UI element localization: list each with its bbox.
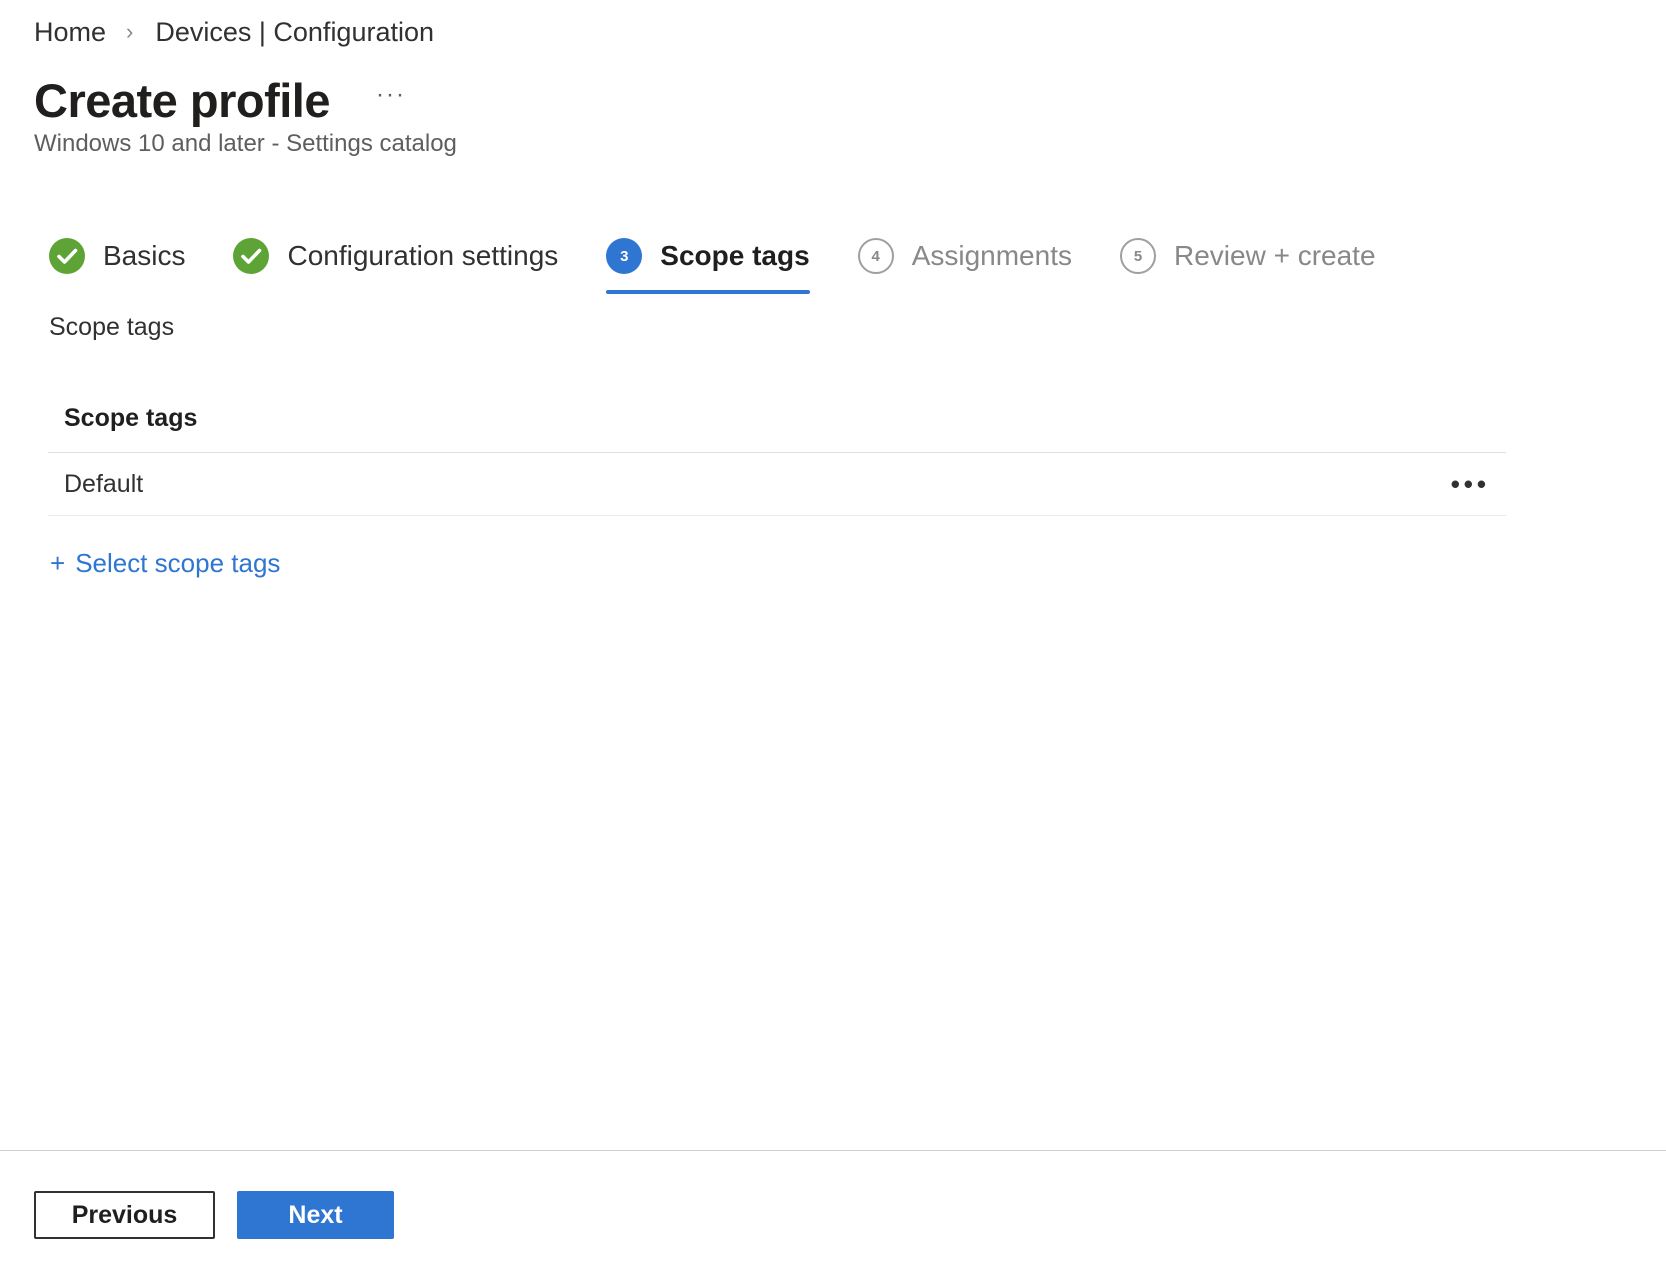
breadcrumb: Home › Devices | Configuration bbox=[34, 14, 434, 50]
footer-divider bbox=[0, 1150, 1666, 1151]
breadcrumb-home[interactable]: Home bbox=[34, 17, 106, 48]
select-scope-tags-label: Select scope tags bbox=[75, 548, 281, 578]
table-header: Scope tags bbox=[48, 386, 1506, 453]
step-label: Assignments bbox=[911, 240, 1072, 271]
step-configuration-settings[interactable]: Configuration settings bbox=[233, 232, 558, 280]
step-scope-tags[interactable]: 3 Scope tags bbox=[606, 232, 810, 294]
next-button[interactable]: Next bbox=[237, 1191, 394, 1239]
step-label: Configuration settings bbox=[287, 240, 559, 271]
step-number-badge: 4 bbox=[857, 238, 894, 274]
checkmark-circle-icon bbox=[49, 238, 85, 274]
step-number-badge: 5 bbox=[1119, 238, 1156, 274]
page-subtitle: Windows 10 and later - Settings catalog bbox=[34, 130, 457, 157]
step-label: Review + create bbox=[1173, 240, 1376, 271]
page-title: Create profile bbox=[34, 73, 330, 127]
table-row: Default ••• bbox=[48, 453, 1506, 516]
row-more-options-button[interactable]: ••• bbox=[1451, 469, 1490, 500]
wizard-steps: Basics Configuration settings 3 Scope ta… bbox=[49, 232, 1424, 294]
scope-tags-table: Scope tags Default ••• bbox=[48, 386, 1506, 516]
step-assignments[interactable]: 4 Assignments bbox=[857, 232, 1072, 280]
section-label: Scope tags bbox=[49, 313, 175, 341]
step-number-badge: 3 bbox=[606, 238, 643, 274]
page-header: Create profile ··· bbox=[34, 70, 406, 130]
active-step-indicator bbox=[606, 290, 810, 294]
step-review-create[interactable]: 5 Review + create bbox=[1119, 232, 1376, 280]
checkmark-circle-icon bbox=[233, 238, 270, 274]
breadcrumb-devices-configuration[interactable]: Devices | Configuration bbox=[155, 17, 434, 48]
step-label: Scope tags bbox=[660, 240, 810, 271]
chevron-right-icon: › bbox=[126, 19, 134, 44]
plus-icon: + bbox=[50, 548, 66, 578]
step-basics[interactable]: Basics bbox=[49, 232, 185, 280]
previous-button[interactable]: Previous bbox=[34, 1191, 215, 1239]
step-label: Basics bbox=[103, 240, 186, 271]
select-scope-tags-link[interactable]: + Select scope tags bbox=[50, 548, 280, 579]
more-options-button[interactable]: ··· bbox=[376, 81, 406, 119]
scope-tag-name: Default bbox=[64, 469, 144, 498]
